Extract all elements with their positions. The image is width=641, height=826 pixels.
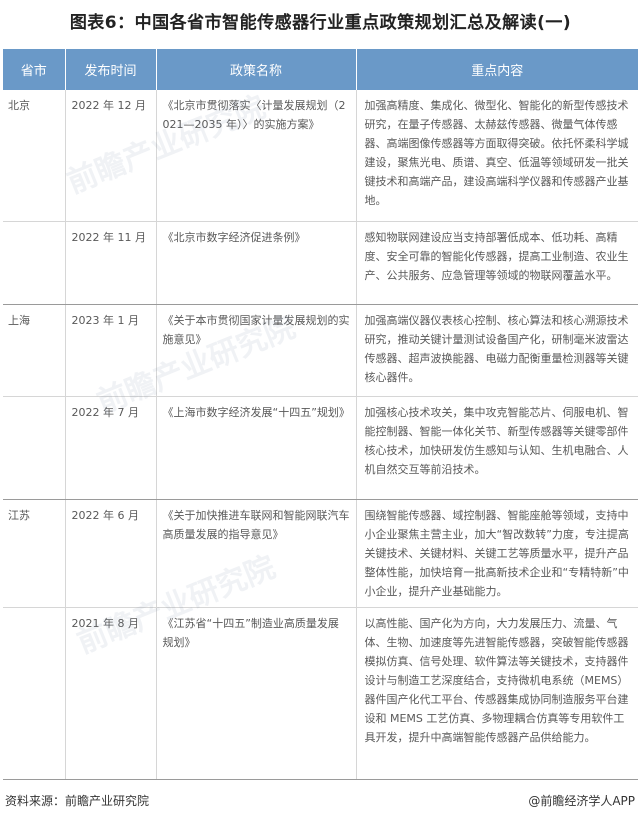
table-row: 2022 年 11 月 《北京市数字经济促进条例》 感知物联网建设应当支持部署低… [3,221,638,305]
province-cell [3,221,66,305]
policy-cell: 《上海市数字经济发展“十四五”规划》 [156,396,357,500]
header-content: 重点内容 [356,49,638,90]
source-note: 资料来源：前瞻产业研究院 [5,794,150,808]
policy-cell: 《关于加快推进车联网和智能网联汽车高质量发展的指导意见》 [156,499,357,608]
province-cell [3,607,66,780]
province-cell: 江苏 [3,499,66,608]
content-cell: 围绕智能传感器、域控制器、智能座舱等领域，支持中小企业聚焦主营主业，加大“智改数… [356,499,638,608]
date-cell: 2021 年 8 月 [65,607,157,780]
policy-cell: 《北京市贯彻落实〈计量发展规划（2021—2035 年）〉的实施方案》 [156,90,357,222]
table-row: 2021 年 8 月 《江苏省“十四五”制造业高质量发展规划》 以高性能、国产化… [3,607,638,780]
policy-table: 省市 发布时间 政策名称 重点内容 北京 2022 年 12 月 《北京市贯彻落… [3,49,638,780]
date-cell: 2023 年 1 月 [65,304,157,397]
content-cell: 感知物联网建设应当支持部署低成本、低功耗、高精度、安全可靠的智能化传感器，提高工… [356,221,638,305]
policy-cell: 《北京市数字经济促进条例》 [156,221,357,305]
table-row: 江苏 2022 年 6 月 《关于加快推进车联网和智能网联汽车高质量发展的指导意… [3,499,638,608]
content-cell: 加强核心技术攻关，集中攻克智能芯片、伺服电机、智能控制器、智能一体化关节、新型传… [356,396,638,500]
province-cell: 上海 [3,304,66,397]
date-cell: 2022 年 7 月 [65,396,157,500]
header-policy: 政策名称 [156,49,357,90]
policy-cell: 《关于本市贯彻国家计量发展规划的实施意见》 [156,304,357,397]
brand-label: @前瞻经济学人APP [528,794,635,808]
province-cell: 北京 [3,90,66,222]
date-cell: 2022 年 12 月 [65,90,157,222]
content-cell: 加强高精度、集成化、微型化、智能化的新型传感技术研究，在量子传感器、太赫兹传感器… [356,90,638,222]
table-header-row: 省市 发布时间 政策名称 重点内容 [3,49,638,90]
header-province: 省市 [3,49,66,90]
table-row: 2022 年 7 月 《上海市数字经济发展“十四五”规划》 加强核心技术攻关，集… [3,396,638,500]
content-cell: 加强高端仪器仪表核心控制、核心算法和核心溯源技术研究，推动关键计量测试设备国产化… [356,304,638,397]
table-row: 上海 2023 年 1 月 《关于本市贯彻国家计量发展规划的实施意见》 加强高端… [3,304,638,397]
date-cell: 2022 年 6 月 [65,499,157,608]
policy-cell: 《江苏省“十四五”制造业高质量发展规划》 [156,607,357,780]
content-cell: 以高性能、国产化为方向，大力发展压力、流量、气体、生物、加速度等先进智能传感器，… [356,607,638,780]
page-title: 图表6：中国各省市智能传感器行业重点政策规划汇总及解读(一) [69,13,572,33]
province-cell [3,396,66,500]
header-date: 发布时间 [65,49,157,90]
date-cell: 2022 年 11 月 [65,221,157,305]
table-row: 北京 2022 年 12 月 《北京市贯彻落实〈计量发展规划（2021—2035… [3,90,638,222]
